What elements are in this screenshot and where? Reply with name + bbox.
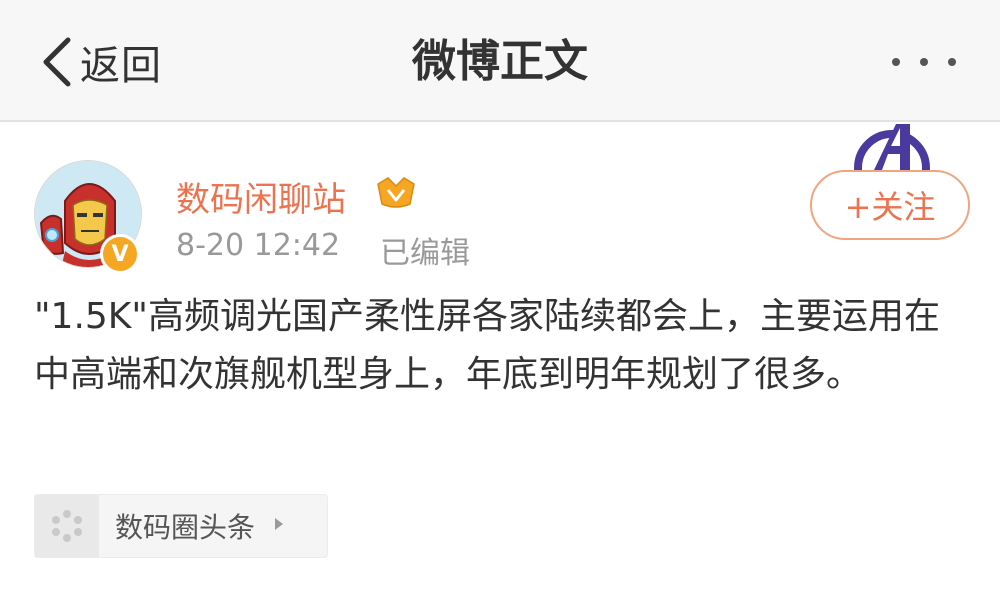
more-dots-icon — [892, 58, 900, 66]
topic-label: 数码圈头条 — [115, 511, 256, 544]
more-button[interactable] — [892, 44, 956, 80]
page-title: 微博正文 — [412, 36, 588, 87]
topic-link[interactable]: 数码圈头条 — [34, 494, 328, 558]
avengers-logo-icon — [852, 124, 932, 206]
post-card: V 数码闲聊站 8-20 12:42 已编辑 +关注 "1.5K"高频调光国产柔… — [0, 124, 1000, 590]
follow-button[interactable]: +关注 — [810, 170, 970, 240]
triangle-right-icon — [273, 516, 285, 536]
member-crown-icon — [376, 176, 416, 214]
post-body-text: "1.5K"高频调光国产柔性屏各家陆续都会上，主要运用在中高端和次旗舰机型身上，… — [34, 296, 940, 395]
topic-pinwheel-icon — [35, 495, 99, 557]
more-dots-icon — [948, 58, 956, 66]
post-time: 8-20 12:42 — [176, 228, 341, 263]
top-navbar: 返回 微博正文 — [0, 0, 1000, 122]
verified-badge: V — [100, 234, 140, 274]
edited-label: 已编辑 — [380, 236, 470, 271]
author-name[interactable]: 数码闲聊站 — [176, 172, 346, 221]
more-dots-icon — [920, 58, 928, 66]
